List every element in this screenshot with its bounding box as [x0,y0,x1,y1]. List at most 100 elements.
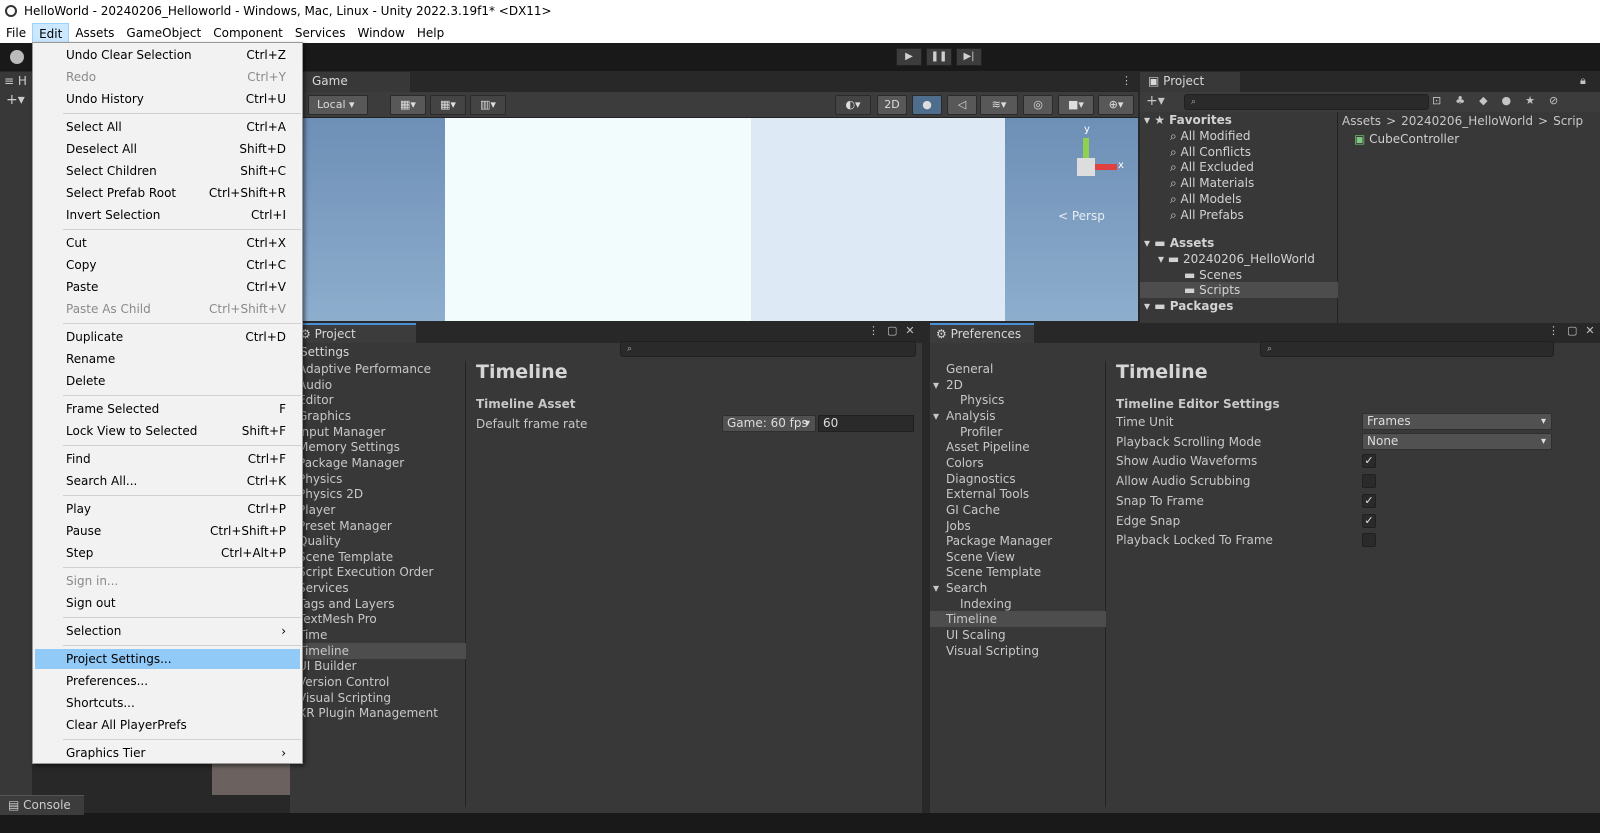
favorite-item[interactable]: ⌕ All Excluded [1140,159,1338,175]
edit-menu-item[interactable]: Sign in... [35,571,300,591]
persp-label[interactable]: < Persp [1058,209,1105,223]
breadcrumb-item[interactable]: 20240206_HelloWorld [1401,114,1533,128]
menu-edit[interactable]: Edit [32,23,70,43]
preferences-category-item[interactable]: Indexing [930,596,1106,612]
settings-category-item[interactable]: Package Manager [290,455,466,471]
preferences-tab[interactable]: ⚙ Preferences [930,323,1034,343]
breadcrumb-item[interactable]: > [1538,114,1548,128]
edit-menu-item[interactable]: Step Ctrl+Alt+P [35,543,300,563]
game-tab[interactable]: Game [290,72,410,92]
visibility-icon[interactable]: ◎ [1023,95,1053,115]
setting-checkbox[interactable]: ✓ [1362,513,1376,528]
preferences-category-item[interactable]: ▾ 2D [930,377,1106,393]
grid-snap-icon[interactable]: ▦▾ [390,95,426,115]
setting-checkbox[interactable] [1362,533,1376,548]
settings-category-item[interactable]: Input Manager [290,424,466,440]
edit-menu-item[interactable]: Paste Ctrl+V [35,277,300,297]
packages-header[interactable]: ▾ ▬ Packages [1140,298,1338,314]
settings-category-item[interactable]: Time [290,627,466,643]
hierarchy-tab[interactable]: ≡ H [4,74,27,88]
menu-component[interactable]: Component [207,23,289,43]
favorite-item[interactable]: ⌕ All Prefabs [1140,207,1338,223]
play-button[interactable]: ▶ [896,48,922,66]
more-icon[interactable]: ⋮ [1121,74,1132,87]
menu-gameobject[interactable]: GameObject [120,23,207,43]
preferences-category-item[interactable]: Asset Pipeline [930,439,1106,455]
camera-icon[interactable]: ■▾ [1058,95,1094,115]
edit-menu-item[interactable]: Pause Ctrl+Shift+P [35,521,300,541]
edit-menu-item[interactable]: Deselect All Shift+D [35,139,300,159]
shading-mode-icon[interactable]: ◐▾ [835,95,871,115]
edit-menu-item[interactable]: Rename [35,349,300,369]
preferences-category-item[interactable]: Scene Template [930,564,1106,580]
edit-menu-item[interactable]: Lock View to Selected Shift+F [35,421,300,441]
edit-menu-item[interactable]: Invert Selection Ctrl+I [35,205,300,225]
preferences-search-input[interactable]: ⌕ [1260,341,1554,357]
favorite-item[interactable]: ⌕ All Modified [1140,128,1338,144]
preferences-category-item[interactable]: Diagnostics [930,471,1106,487]
preferences-category-item[interactable]: Colors [930,455,1106,471]
audio-mute-icon[interactable]: ◁ [947,95,977,115]
settings-category-item[interactable]: XR Plugin Management [290,705,466,721]
settings-category-item[interactable]: Physics [290,471,466,487]
preferences-category-item[interactable]: ▾ Search [930,580,1106,596]
window-controls[interactable]: ⋮▢✕ [868,324,923,337]
edit-menu-item[interactable]: Play Ctrl+P [35,499,300,519]
edit-menu-item[interactable]: Copy Ctrl+C [35,255,300,275]
edit-menu-item[interactable]: Select All Ctrl+A [35,117,300,137]
console-tab[interactable]: ▤ Console [0,795,84,815]
settings-category-item[interactable]: Adaptive Performance [290,361,466,377]
pause-button[interactable]: ❚❚ [926,48,952,66]
edit-menu-item[interactable]: Undo Clear Selection Ctrl+Z [35,45,300,65]
add-icon[interactable]: +▾ [6,92,25,108]
settings-category-item[interactable]: Scene Template [290,549,466,565]
menu-window[interactable]: Window [352,23,411,43]
menu-services[interactable]: Services [289,23,352,43]
edit-menu-item[interactable]: Shortcuts... [35,693,300,713]
script-file-item[interactable]: ▣ CubeController [1354,132,1459,146]
breadcrumb-item[interactable]: Assets [1342,114,1381,128]
setting-checkbox[interactable] [1362,474,1376,489]
settings-category-item[interactable]: Editor [290,392,466,408]
edit-menu-item[interactable]: Search All... Ctrl+K [35,471,300,491]
setting-dropdown[interactable]: None [1362,432,1552,450]
setting-checkbox[interactable]: ✓ [1362,454,1376,469]
edit-menu-item[interactable]: Delete [35,371,300,391]
settings-category-item[interactable]: Player [290,502,466,518]
edit-menu-item[interactable]: Project Settings... [35,649,300,669]
edit-menu-item[interactable]: Find Ctrl+F [35,449,300,469]
edit-menu-item[interactable]: Paste As Child Ctrl+Shift+V [35,299,300,319]
preferences-category-item[interactable]: Jobs [930,518,1106,534]
favorite-item[interactable]: ⌕ All Conflicts [1140,144,1338,160]
preferences-category-item[interactable]: Package Manager [930,533,1106,549]
edit-menu-item[interactable]: Preferences... [35,671,300,691]
preferences-category-item[interactable]: Visual Scripting [930,643,1106,659]
breadcrumb-item[interactable]: > [1386,114,1396,128]
account-icon[interactable] [10,50,24,64]
assets-header[interactable]: ▾ ▬ Assets [1140,235,1338,251]
project-search-input[interactable]: ⌕ [1184,94,1429,110]
folder-item[interactable]: ▬ Scenes [1140,267,1338,283]
breadcrumb-item[interactable]: Scrip [1553,114,1583,128]
filter-icons[interactable]: ⊡♣◆●★⊘ [1432,94,1572,107]
edit-menu-item[interactable]: Select Children Shift+C [35,161,300,181]
settings-category-item[interactable]: Audio [290,377,466,393]
2d-toggle-button[interactable]: 2D [877,95,907,115]
edit-menu-item[interactable]: Duplicate Ctrl+D [35,327,300,347]
project-settings-tab[interactable]: ⚙ Project Settings [290,323,416,359]
settings-category-item[interactable]: Visual Scripting [290,690,466,706]
preferences-category-item[interactable]: General [930,361,1106,377]
foldout-icon[interactable]: ▾ [933,377,939,393]
settings-category-item[interactable]: Tags and Layers [290,596,466,612]
setting-dropdown[interactable]: Frames [1362,413,1552,430]
edit-menu-item[interactable]: Cut Ctrl+X [35,233,300,253]
project-tab[interactable]: ▣ Project [1140,72,1240,92]
scene-gizmo[interactable]: y x [1054,124,1124,198]
menu-file[interactable]: File [0,23,32,43]
frame-rate-field[interactable]: 60 [818,415,914,432]
step-button[interactable]: ▶| [956,48,982,66]
settings-search-input[interactable]: ⌕ [620,341,916,357]
settings-category-item[interactable]: Preset Manager [290,518,466,534]
window-controls[interactable]: ⋮▢✕ [1548,324,1600,337]
settings-category-item[interactable]: Version Control [290,674,466,690]
